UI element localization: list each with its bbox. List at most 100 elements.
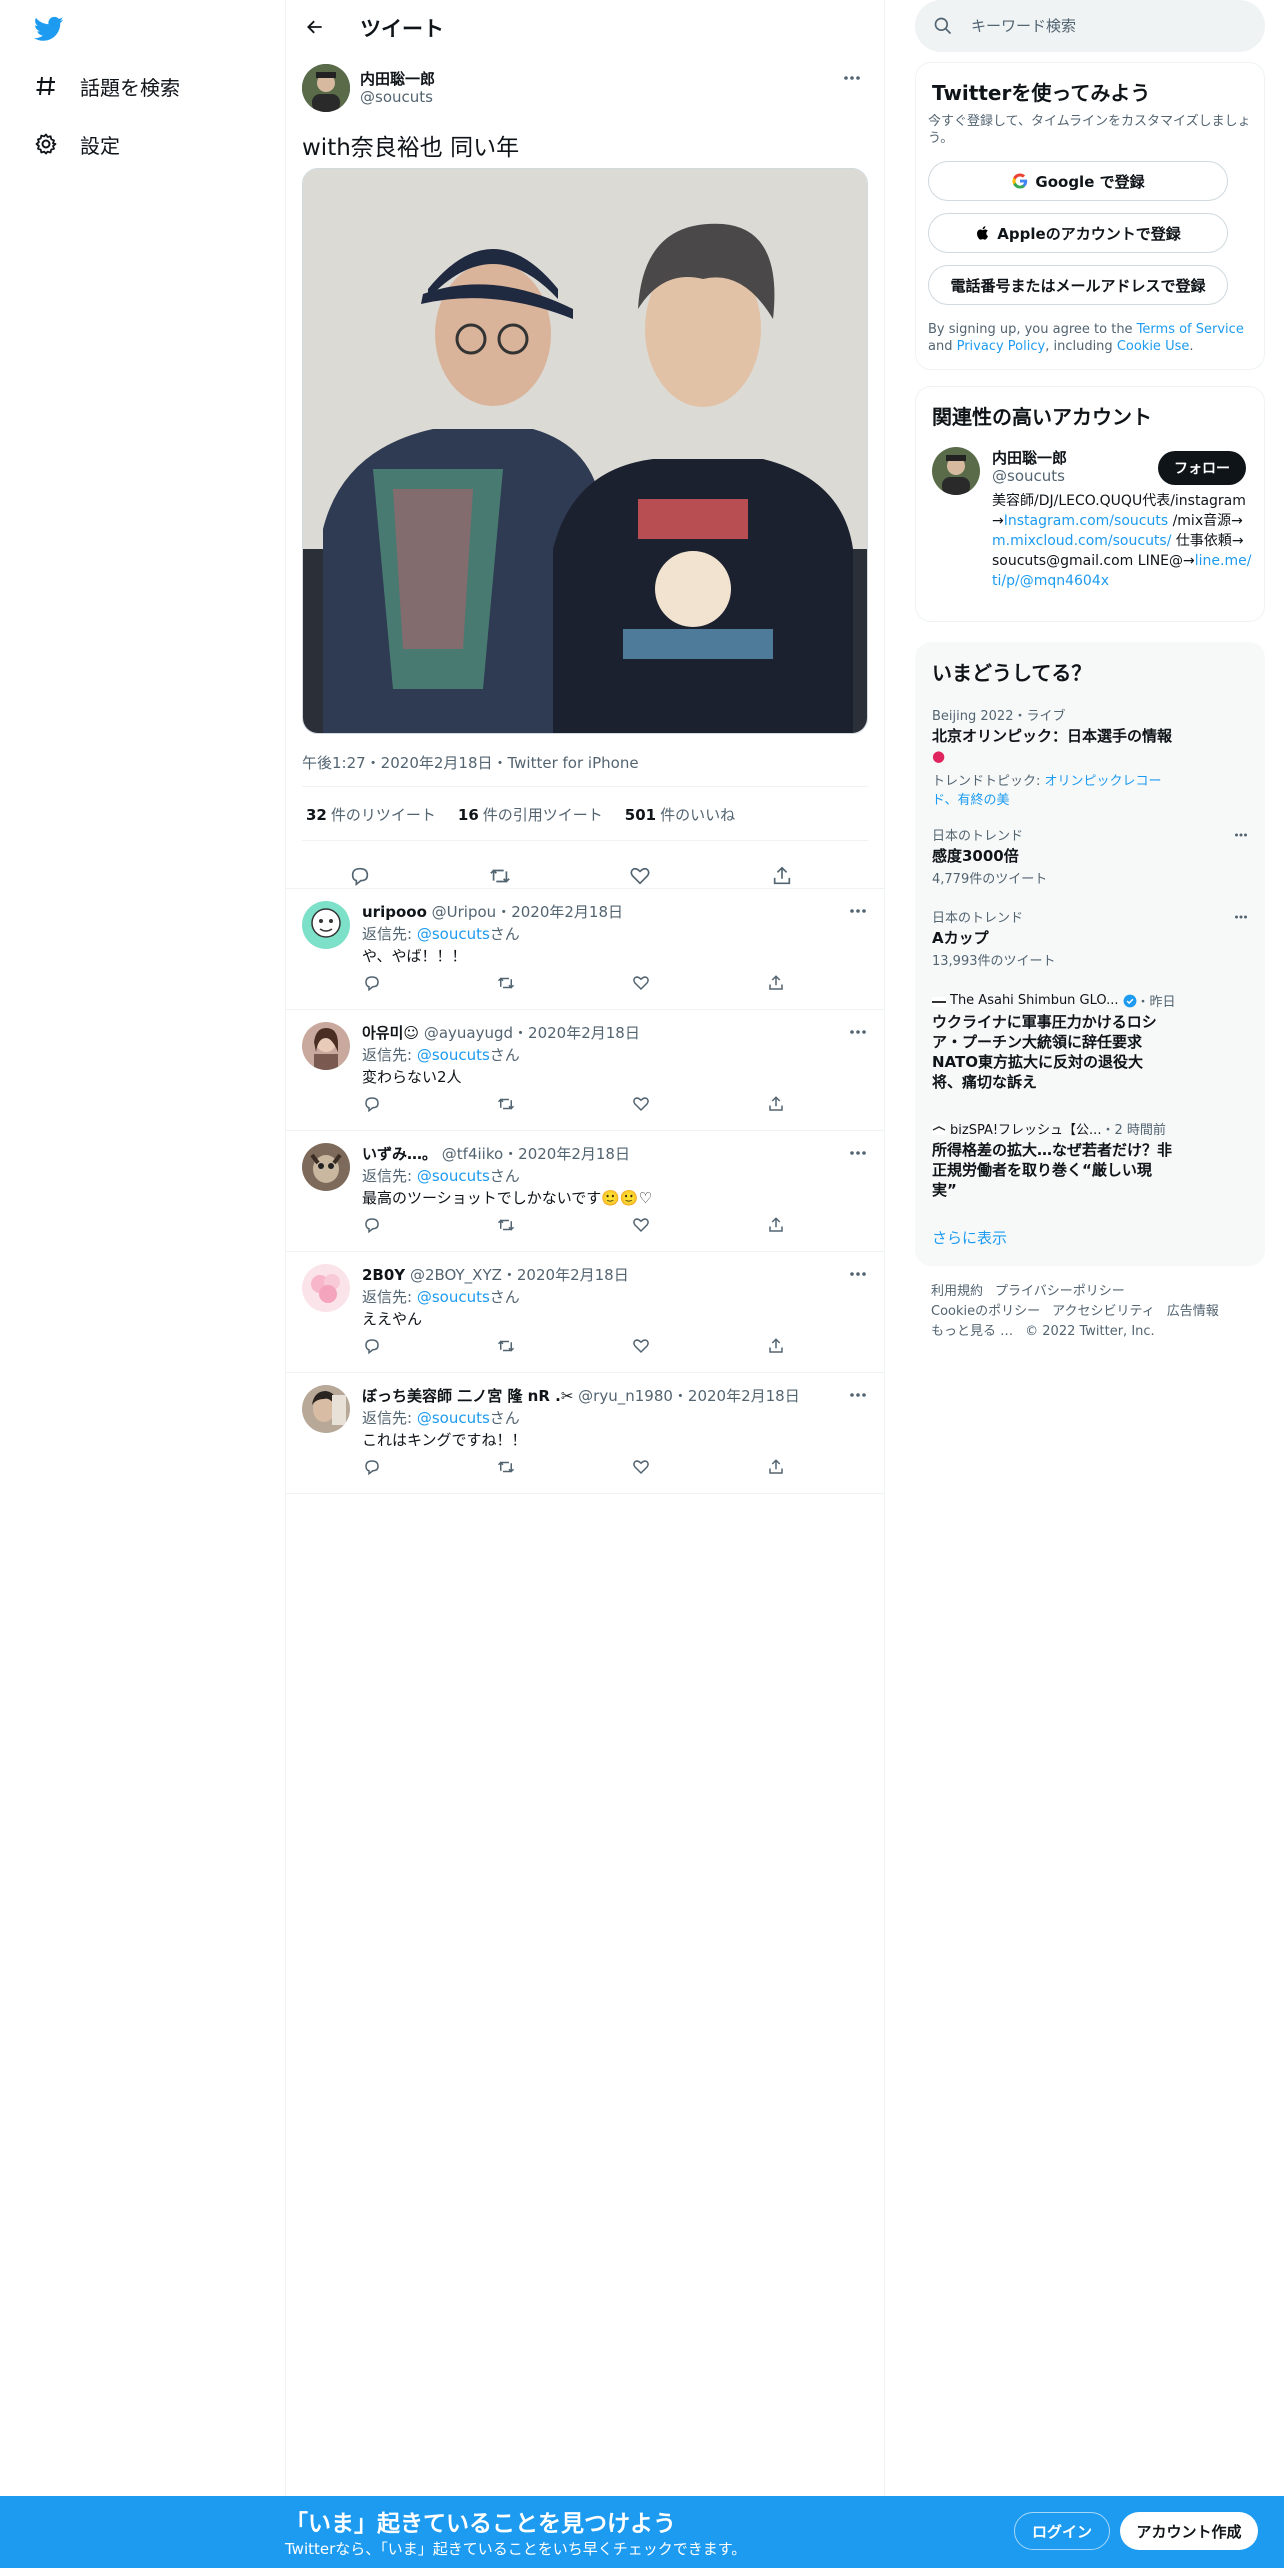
avatar[interactable] <box>302 1022 350 1070</box>
retweet-icon[interactable] <box>496 1457 516 1477</box>
tweet-photo[interactable] <box>302 168 868 734</box>
privacy-link[interactable]: Privacy Policy <box>957 339 1046 354</box>
avatar[interactable] <box>932 447 980 495</box>
reply-item[interactable]: いずみ…。 @tf4iiko・2020年2月18日 返信先: @soucutsさ… <box>286 1131 884 1252</box>
news-item[interactable]: The Asahi Shimbun GLO... ・昨日 ウクライナに軍事圧力か… <box>932 991 1242 1092</box>
more-icon[interactable] <box>846 1266 870 1282</box>
like-icon[interactable] <box>631 1094 651 1114</box>
reply-date[interactable]: ・2020年2月18日 <box>673 1387 800 1405</box>
footer-terms-link[interactable]: 利用規約 <box>931 1284 983 1299</box>
account-handle[interactable]: @soucuts <box>992 467 1065 485</box>
reply-item[interactable]: 아유미☺ @ayuayugd・2020年2月18日 返信先: @soucutsさ… <box>286 1010 884 1131</box>
author-name[interactable]: 内田聡一郎 <box>360 68 435 89</box>
avatar[interactable] <box>302 64 350 112</box>
reply-icon[interactable] <box>346 862 374 890</box>
reply-mention-link[interactable]: @soucuts <box>417 1409 490 1427</box>
more-icon[interactable] <box>846 903 870 919</box>
footer-privacy-link[interactable]: プライバシーポリシー <box>995 1284 1125 1299</box>
share-icon[interactable] <box>766 1336 786 1356</box>
reply-author-name[interactable]: 2B0Y <box>362 1266 405 1284</box>
reply-date[interactable]: ・2020年2月18日 <box>496 903 623 921</box>
reply-author-name[interactable]: uripooo <box>362 903 427 921</box>
share-icon[interactable] <box>766 1457 786 1477</box>
news-item[interactable]: bizSPA!フレッシュ【公... ・2 時間前 所得格差の拡大…なぜ若者だけ？… <box>932 1119 1242 1200</box>
bio-instagram-link[interactable]: Instagram.com/soucuts <box>1004 513 1168 529</box>
retweet-icon[interactable] <box>496 1094 516 1114</box>
reply-date[interactable]: ・2020年2月18日 <box>503 1145 630 1163</box>
quote-count[interactable]: 16 件の引用ツイート <box>458 804 603 825</box>
more-icon[interactable] <box>840 70 864 86</box>
follow-button[interactable]: フォロー <box>1158 451 1246 485</box>
reply-date[interactable]: ・2020年2月18日 <box>502 1266 629 1284</box>
back-arrow-icon[interactable] <box>302 14 328 40</box>
reply-date[interactable]: ・2020年2月18日 <box>513 1024 640 1042</box>
show-more-link[interactable]: さらに表示 <box>932 1227 1007 1248</box>
trend-item[interactable]: 日本のトレンド 感度3000倍 4,779件のツイート <box>932 825 1247 887</box>
reply-author-handle[interactable]: @ayuayugd <box>424 1024 513 1042</box>
create-account-button[interactable]: アカウント作成 <box>1120 2512 1258 2550</box>
google-signup-button[interactable]: Google で登録 <box>928 161 1228 201</box>
like-icon[interactable] <box>626 862 654 890</box>
reply-author-handle[interactable]: @tf4iiko <box>442 1145 503 1163</box>
footer-accessibility-link[interactable]: アクセシビリティ <box>1052 1304 1155 1319</box>
like-icon[interactable] <box>631 1457 651 1477</box>
more-icon[interactable] <box>846 1387 870 1403</box>
reply-author-name[interactable]: 아유미☺ <box>362 1024 419 1042</box>
reply-author-name[interactable]: ぼっち美容師 二ノ宮 隆 nR .✂︎ <box>362 1387 573 1405</box>
footer-ads-link[interactable]: 広告情報 <box>1167 1304 1219 1319</box>
avatar[interactable] <box>302 1385 350 1433</box>
reply-icon[interactable] <box>362 1457 382 1477</box>
reply-mention-link[interactable]: @soucuts <box>417 1046 490 1064</box>
reply-item[interactable]: 2B0Y @2BOY_XYZ・2020年2月18日 返信先: @soucutsさ… <box>286 1252 884 1373</box>
reply-author-handle[interactable]: @Uripou <box>432 903 497 921</box>
search-input[interactable] <box>971 14 1241 38</box>
nav-settings[interactable]: 設定 <box>32 124 120 164</box>
retweet-icon[interactable] <box>496 973 516 993</box>
reply-author-handle[interactable]: @2BOY_XYZ <box>410 1266 502 1284</box>
reply-author-handle[interactable]: @ryu_n1980 <box>578 1387 673 1405</box>
reply-item[interactable]: uripooo @Uripou・2020年2月18日 返信先: @soucuts… <box>286 889 884 1010</box>
like-icon[interactable] <box>631 1215 651 1235</box>
reply-mention-link[interactable]: @soucuts <box>417 925 490 943</box>
cookie-link[interactable]: Cookie Use <box>1117 339 1190 354</box>
reply-icon[interactable] <box>362 973 382 993</box>
more-icon[interactable] <box>1232 909 1250 923</box>
search-box[interactable] <box>915 0 1265 52</box>
more-icon[interactable] <box>846 1145 870 1161</box>
trend-item[interactable]: 日本のトレンド Aカップ 13,993件のツイート <box>932 907 1247 969</box>
bio-mixcloud-link[interactable]: m.mixcloud.com/soucuts/ <box>992 533 1171 549</box>
reply-author-name[interactable]: いずみ…。 <box>362 1145 437 1163</box>
reply-icon[interactable] <box>362 1094 382 1114</box>
retweet-icon[interactable] <box>486 862 514 890</box>
retweet-icon[interactable] <box>496 1336 516 1356</box>
share-icon[interactable] <box>768 862 796 890</box>
share-icon[interactable] <box>766 1094 786 1114</box>
login-button[interactable]: ログイン <box>1014 2512 1110 2550</box>
more-icon[interactable] <box>846 1024 870 1040</box>
account-name[interactable]: 内田聡一郎 <box>992 447 1067 468</box>
twitter-logo-icon[interactable] <box>32 14 66 44</box>
reply-icon[interactable] <box>362 1215 382 1235</box>
apple-signup-button[interactable]: Appleのアカウントで登録 <box>928 213 1228 253</box>
reply-mention-link[interactable]: @soucuts <box>417 1288 490 1306</box>
trend-item[interactable]: Beijing 2022・ライブ 北京オリンピック：日本選手の情報 ● トレンド… <box>932 705 1242 808</box>
avatar[interactable] <box>302 1143 350 1191</box>
share-icon[interactable] <box>766 1215 786 1235</box>
terms-link[interactable]: Terms of Service <box>1137 322 1244 337</box>
author-handle[interactable]: @soucuts <box>360 88 433 106</box>
like-icon[interactable] <box>631 1336 651 1356</box>
reply-icon[interactable] <box>362 1336 382 1356</box>
more-icon[interactable] <box>1232 827 1250 841</box>
retweet-icon[interactable] <box>496 1215 516 1235</box>
avatar[interactable] <box>302 901 350 949</box>
like-icon[interactable] <box>631 973 651 993</box>
reply-mention-link[interactable]: @soucuts <box>417 1167 490 1185</box>
nav-explore[interactable]: 話題を検索 <box>32 66 180 106</box>
reply-item[interactable]: ぼっち美容師 二ノ宮 隆 nR .✂︎ @ryu_n1980・2020年2月18… <box>286 1373 884 1494</box>
footer-cookie-link[interactable]: Cookieのポリシー <box>931 1304 1040 1319</box>
share-icon[interactable] <box>766 973 786 993</box>
avatar[interactable] <box>302 1264 350 1312</box>
like-count[interactable]: 501 件のいいね <box>625 804 735 825</box>
tweet-timestamp[interactable]: 午後1:27・2020年2月18日・Twitter for iPhone <box>302 752 639 773</box>
retweet-count[interactable]: 32 件のリツイート <box>306 804 436 825</box>
